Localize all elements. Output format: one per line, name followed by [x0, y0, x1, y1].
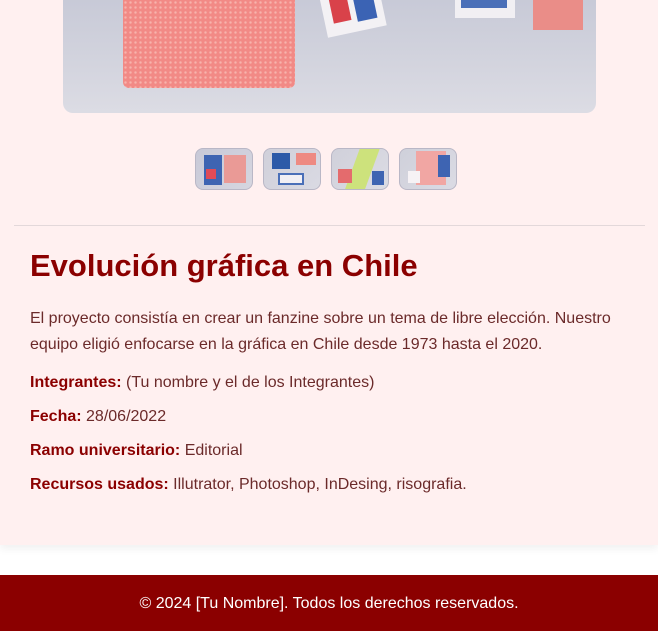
thumb-shape — [338, 169, 352, 183]
thumb-shape — [438, 155, 450, 177]
detail-label: Recursos usados: — [30, 476, 169, 493]
thumb-shape — [206, 169, 216, 179]
detail-integrantes: Integrantes: (Tu nombre y el de los Inte… — [30, 372, 630, 394]
page-footer: © 2024 [Tu Nombre]. Todos los derechos r… — [0, 575, 658, 631]
thumbnail-3[interactable] — [331, 148, 389, 190]
project-description: El proyecto consistía en crear un fanzin… — [30, 310, 611, 353]
thumb-shape — [408, 171, 420, 183]
paper-pink-image-part — [533, 0, 583, 30]
project-title: Evolución gráfica en Chile — [30, 248, 418, 283]
detail-ramo: Ramo universitario: Editorial — [30, 440, 630, 462]
detail-value: Editorial — [180, 442, 243, 459]
detail-value: Illutrator, Photoshop, InDesing, risogra… — [168, 476, 467, 493]
detail-value: 28/06/2022 — [81, 408, 167, 425]
project-card: Evolución gráfica en Chile El proyecto c… — [0, 0, 658, 545]
project-main-image — [63, 0, 596, 113]
thumb-shape — [272, 153, 290, 169]
thumbnail-2[interactable] — [263, 148, 321, 190]
detail-label: Integrantes: — [30, 374, 122, 391]
detail-value: (Tu nombre y el de los Integrantes) — [121, 374, 375, 391]
zine-cover-image-part — [123, 0, 295, 88]
detail-recursos: Recursos usados: Illutrator, Photoshop, … — [30, 474, 630, 496]
thumb-shape — [296, 153, 316, 165]
thumbnail-4[interactable] — [399, 148, 457, 190]
thumb-shape — [372, 171, 384, 185]
footer-copyright: © 2024 [Tu Nombre]. Todos los derechos r… — [139, 595, 519, 612]
thumbnail-gallery — [195, 148, 457, 190]
thumbnail-1[interactable] — [195, 148, 253, 190]
detail-label: Fecha: — [30, 408, 82, 425]
thumb-shape — [224, 155, 246, 183]
section-divider — [14, 225, 645, 226]
project-details: Evolución gráfica en Chile El proyecto c… — [30, 246, 630, 496]
detail-fecha: Fecha: 28/06/2022 — [30, 406, 630, 428]
detail-label: Ramo universitario: — [30, 442, 181, 459]
paper-blue-image-part — [461, 0, 507, 8]
thumb-shape — [278, 173, 304, 185]
